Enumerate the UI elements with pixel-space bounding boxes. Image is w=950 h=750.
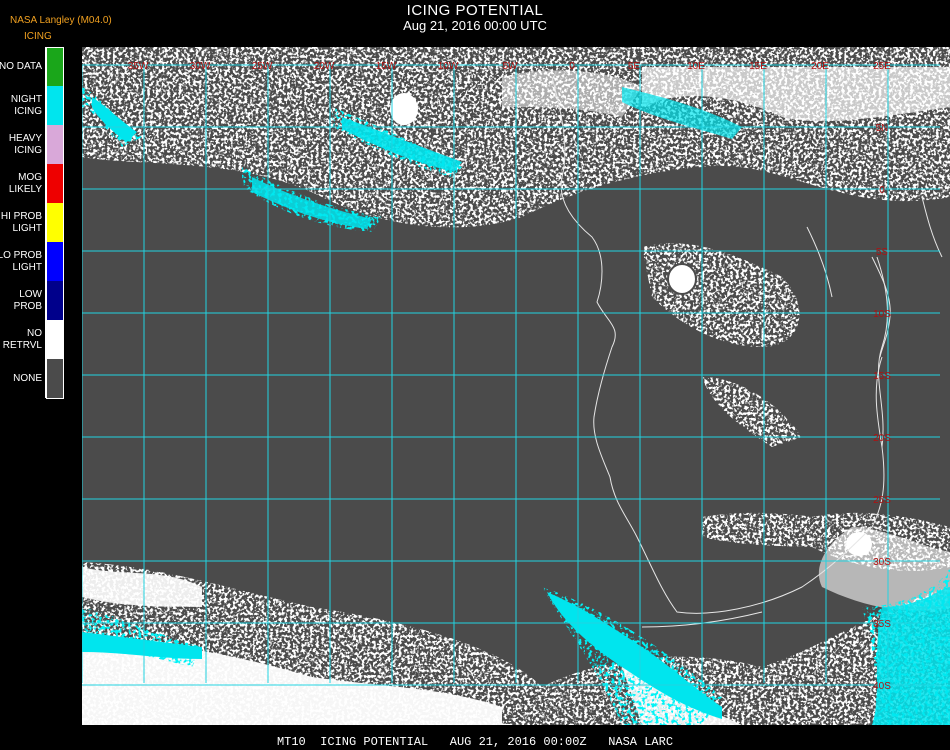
- latitude-label: 35S: [873, 619, 891, 630]
- legend-item: HEAVY ICING: [0, 125, 66, 164]
- longitude-label: 25E: [873, 61, 891, 72]
- longitude-label: 5W: [503, 61, 519, 72]
- longitude-label: 15E: [749, 61, 767, 72]
- latitude-label: 30S: [873, 557, 891, 568]
- legend-item: NO DATA: [0, 47, 66, 86]
- longitude-label: 5E: [628, 61, 641, 72]
- legend-label: NIGHT ICING: [10, 93, 42, 117]
- legend-swatch: [45, 320, 64, 359]
- legend-swatch: [45, 359, 64, 398]
- legend-item: NIGHT ICING: [0, 86, 66, 125]
- latitude-label: 5N: [876, 123, 889, 134]
- longitude-label: 15W: [376, 61, 397, 72]
- map-canvas: 35W 30W 25W 20W 15W 10W 5W 0 5E 10E 15E 20E 25E 5N 0 5S…: [82, 47, 950, 725]
- legend-swatch: [45, 47, 64, 86]
- legend-swatch: [45, 86, 64, 125]
- longitude-label: 25W: [252, 61, 273, 72]
- longitude-label: 10E: [687, 61, 705, 72]
- longitude-label: 20W: [314, 61, 335, 72]
- latitude-label: 15S: [873, 371, 891, 382]
- latitude-label: 5S: [876, 247, 889, 258]
- product-label: ICING: [24, 31, 52, 42]
- legend-swatch: [45, 281, 64, 320]
- legend-label: LO PROB LIGHT: [0, 249, 42, 273]
- longitude-label: 0: [569, 61, 575, 72]
- latitude-label: 40S: [873, 681, 891, 692]
- legend-swatch: [45, 125, 64, 164]
- satellite-map: 35W 30W 25W 20W 15W 10W 5W 0 5E 10E 15E 20E 25E 5N 0 5S…: [82, 47, 950, 725]
- longitude-label: 20E: [811, 61, 829, 72]
- latitude-label: 20S: [873, 433, 891, 444]
- legend-label: NONE: [13, 372, 42, 384]
- legend-label: HI PROB LIGHT: [0, 210, 42, 234]
- legend-swatch: [45, 164, 64, 203]
- map-datetime: Aug 21, 2016 00:00 UTC: [403, 18, 547, 33]
- legend-item: NONE: [0, 359, 66, 398]
- legend-label: MOG LIKELY: [8, 171, 42, 195]
- legend-swatch: [45, 242, 64, 281]
- legend-item: MOG LIKELY: [0, 164, 66, 203]
- legend-item: HI PROB LIGHT: [0, 203, 66, 242]
- legend-item: LO PROB LIGHT: [0, 242, 66, 281]
- longitude-label: 35W: [128, 61, 149, 72]
- legend: NO DATA NIGHT ICING HEAVY ICING MOG LIKELY H…: [0, 47, 66, 398]
- latitude-label: 25S: [873, 495, 891, 506]
- latitude-label: 0: [879, 185, 885, 196]
- longitude-label: 10W: [438, 61, 459, 72]
- legend-label: NO DATA: [0, 60, 42, 72]
- legend-label: HEAVY ICING: [8, 132, 42, 156]
- legend-item: NO RETRVL: [0, 320, 66, 359]
- legend-swatch: [45, 203, 64, 242]
- legend-label: LOW PROB: [13, 288, 42, 312]
- status-footer: MT10 ICING POTENTIAL AUG 21, 2016 00:00Z…: [276, 735, 674, 749]
- legend-label: NO RETRVL: [2, 327, 42, 351]
- legend-item: LOW PROB: [0, 281, 66, 320]
- credit-label: NASA Langley (M04.0): [10, 15, 112, 26]
- map-title: ICING POTENTIAL: [406, 2, 544, 19]
- latitude-label: 10S: [873, 309, 891, 320]
- longitude-label: 30W: [190, 61, 211, 72]
